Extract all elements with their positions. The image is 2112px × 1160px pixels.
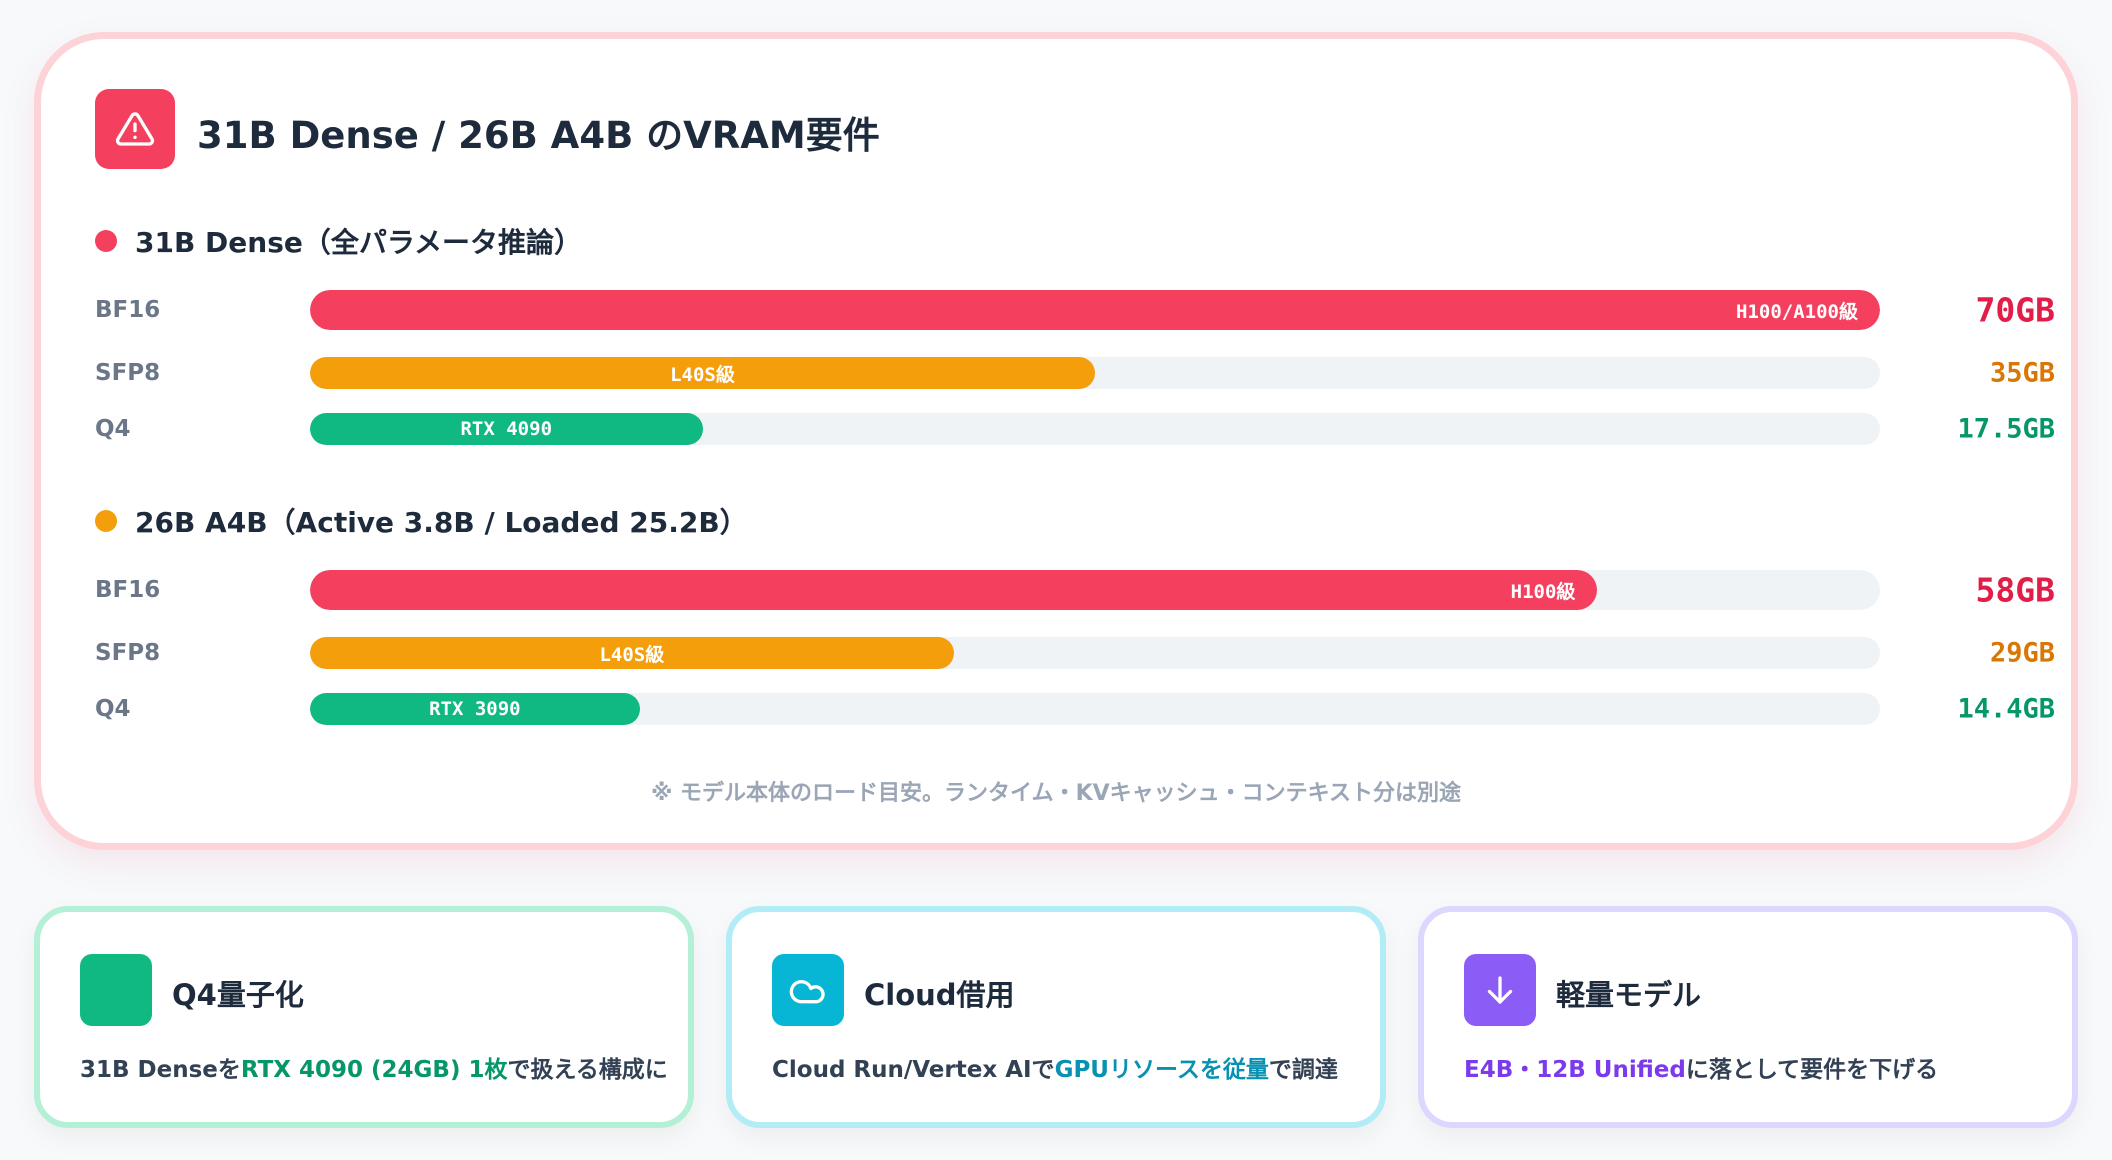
section-header: 31B Dense（全パラメータ推論） [95, 221, 582, 261]
desc-text: で調達 [1268, 1057, 1338, 1083]
card-description: E4B・12B Unifiedに落として要件を下げる [1464, 1050, 1938, 1084]
bar-fill: L40S級 [310, 637, 954, 669]
card-lightweight-model: 軽量モデル E4B・12B Unifiedに落として要件を下げる [1418, 906, 2078, 1128]
bar-label: L40S級 [599, 643, 665, 666]
section-31b-dense: 31B Dense（全パラメータ推論） BF16 H100/A100級 70GB… [95, 221, 2055, 541]
row-label: Q4 [95, 696, 131, 722]
row-value: 14.4GB [1957, 693, 2055, 725]
desc-text: で扱える構成に [507, 1057, 668, 1083]
desc-highlight: GPUリソースを従量 [1054, 1057, 1269, 1083]
card-title: Cloud借用 [864, 978, 1015, 1012]
row-label: SFP8 [95, 640, 161, 666]
vram-row-sfp8: SFP8 L40S級 29GB [95, 633, 2055, 673]
bar-track: L40S級 [310, 357, 1880, 389]
bar-track: H100級 [310, 570, 1880, 610]
desc-text: Cloud Run/Vertex AIで [772, 1057, 1055, 1083]
section-dot [95, 230, 117, 252]
bar-track: RTX 4090 [310, 413, 1880, 445]
bar-label: H100級 [1510, 580, 1576, 603]
row-label: SFP8 [95, 360, 161, 386]
page-title: 31B Dense / 26B A4B のVRAM要件 [197, 114, 880, 157]
bar-fill: RTX 4090 [310, 413, 703, 445]
vram-row-sfp8: SFP8 L40S級 35GB [95, 353, 2055, 393]
row-label: BF16 [95, 297, 161, 323]
desc-text: に落として要件を下げる [1685, 1057, 1939, 1083]
section-header: 26B A4B（Active 3.8B / Loaded 25.2B） [95, 501, 748, 541]
card-description: Cloud Run/Vertex AIでGPUリソースを従量で調達 [772, 1050, 1338, 1084]
row-value: 17.5GB [1957, 413, 2055, 445]
section-title: 26B A4B（Active 3.8B / Loaded 25.2B） [135, 506, 748, 539]
row-label: BF16 [95, 577, 161, 603]
row-value: 29GB [1989, 637, 2055, 669]
bar-fill: RTX 3090 [310, 693, 640, 725]
bar-fill: L40S級 [310, 357, 1095, 389]
card-title: Q4量子化 [172, 978, 304, 1012]
desc-highlight: RTX 4090 (24GB) 1枚 [240, 1057, 508, 1083]
bar-label: RTX 4090 [460, 418, 553, 440]
footnote: ※ モデル本体のロード目安。ランタイム・KVキャッシュ・コンテキスト分は別途 [650, 781, 1462, 806]
card-description: 31B DenseをRTX 4090 (24GB) 1枚で扱える構成に [80, 1050, 668, 1084]
row-value: 35GB [1989, 357, 2055, 389]
bar-track: RTX 3090 [310, 693, 1880, 725]
section-title: 31B Dense（全パラメータ推論） [135, 226, 583, 259]
bar-label: L40S級 [670, 363, 735, 386]
square-icon [80, 954, 152, 1026]
row-value: 58GB [1975, 570, 2055, 610]
arrow-down-icon [1464, 954, 1536, 1026]
vram-row-q4: Q4 RTX 4090 17.5GB [95, 409, 2055, 449]
section-26b-a4b: 26B A4B（Active 3.8B / Loaded 25.2B） BF16… [95, 501, 2055, 821]
bar-track: H100/A100級 [310, 290, 1880, 330]
warning-icon [95, 89, 175, 169]
card-q4-quantization: Q4量子化 31B DenseをRTX 4090 (24GB) 1枚で扱える構成… [34, 906, 694, 1128]
row-label: Q4 [95, 416, 131, 442]
bar-fill: H100/A100級 [310, 290, 1880, 330]
vram-row-bf16: BF16 H100級 58GB [95, 570, 2055, 610]
card-cloud: Cloud借用 Cloud Run/Vertex AIでGPUリソースを従量で調… [726, 906, 1386, 1128]
cloud-icon [772, 954, 844, 1026]
vram-requirements-card: 31B Dense / 26B A4B のVRAM要件 31B Dense（全パ… [34, 32, 2078, 850]
bar-label: H100/A100級 [1736, 300, 1858, 323]
vram-row-bf16: BF16 H100/A100級 70GB [95, 290, 2055, 330]
card-title: 軽量モデル [1556, 978, 1702, 1012]
desc-text: 31B Denseを [80, 1057, 241, 1083]
desc-highlight: E4B・12B Unified [1464, 1057, 1686, 1083]
bar-fill: H100級 [310, 570, 1598, 610]
row-value: 70GB [1975, 290, 2055, 330]
vram-row-q4: Q4 RTX 3090 14.4GB [95, 689, 2055, 729]
bar-label: RTX 3090 [429, 698, 521, 720]
section-dot [95, 510, 117, 532]
bar-track: L40S級 [310, 637, 1880, 669]
